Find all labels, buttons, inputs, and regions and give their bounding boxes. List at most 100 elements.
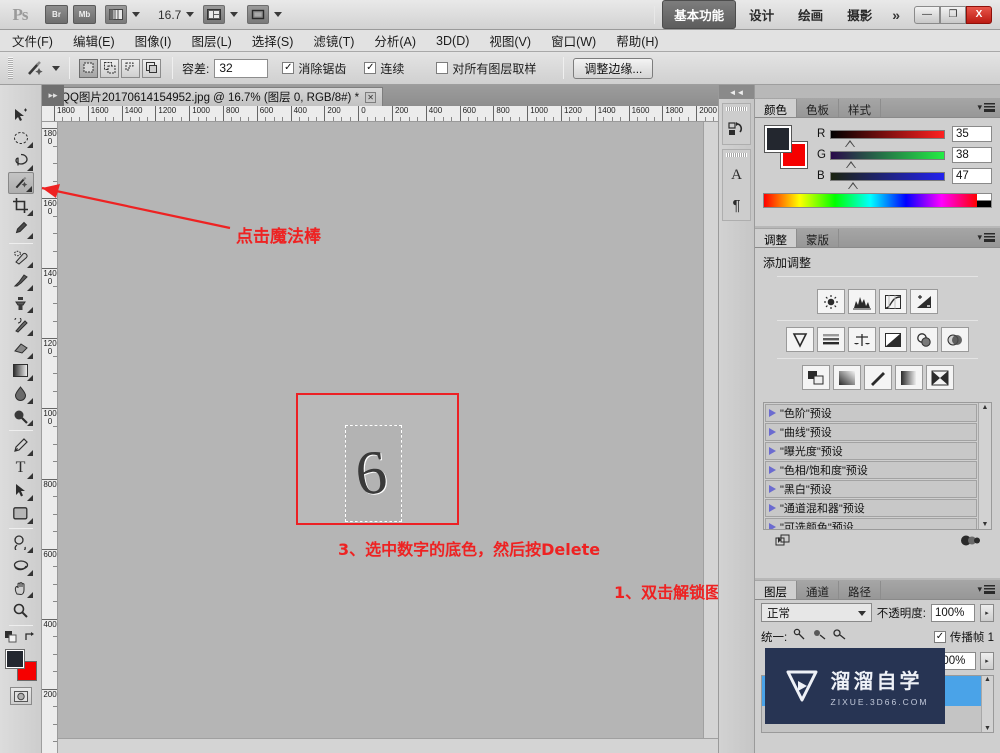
vibrance-icon[interactable] [786,327,814,352]
history-brush-tool[interactable] [8,314,34,337]
menu-window[interactable]: 窗口(W) [551,31,596,50]
history-icon[interactable] [723,114,750,144]
tab-adjustments[interactable]: 调整 [755,229,797,247]
color-panel-swatches[interactable] [763,125,809,169]
document-tab[interactable]: QQ图片20170614154952.jpg @ 16.7% (图层 0, RG… [54,87,384,106]
minimize-button[interactable]: — [914,5,940,24]
tab-layers[interactable]: 图层 [755,581,797,599]
pen-tool[interactable] [8,434,34,457]
tab-swatches[interactable]: 色板 [797,99,839,117]
slider-track-g[interactable] [830,150,945,168]
opacity-stepper[interactable]: ▸ [980,603,994,622]
tab-paths[interactable]: 路径 [839,581,881,599]
lasso-tool[interactable] [8,149,34,172]
hue-saturation-icon[interactable] [817,327,845,352]
color-spectrum-strip[interactable] [763,193,992,208]
healing-brush-tool[interactable] [8,247,34,270]
preset-item[interactable]: "曝光度"预设 [765,442,977,460]
blur-tool[interactable] [8,382,34,405]
channel-mixer-icon[interactable] [941,327,969,352]
shape-tool[interactable] [8,502,34,525]
slider-thumb-r[interactable] [844,139,855,147]
presets-scrollbar[interactable]: ▲ ▼ [978,403,991,529]
active-tool-magic-wand-icon[interactable] [21,56,47,80]
clone-stamp-tool[interactable] [8,292,34,315]
slider-track-r[interactable] [830,129,945,147]
document-image[interactable]: 6 [296,393,459,525]
menu-filter[interactable]: 滤镜(T) [313,31,354,50]
posterize-icon[interactable] [832,365,861,390]
type-dock-grip[interactable] [726,153,747,157]
mini-bridge-button[interactable]: Mb [73,5,96,24]
preset-item[interactable]: "可选颜色"预设 [765,518,977,529]
unify-position-icon[interactable] [792,628,807,646]
foreground-color-swatch[interactable] [4,649,25,670]
subtract-from-selection-button[interactable] [121,58,140,78]
contiguous-checkbox[interactable]: ✓ [364,62,377,74]
color-swatches[interactable] [4,649,37,682]
options-bar-grip[interactable] [8,57,13,79]
antialias-checkbox[interactable]: ✓ [282,62,295,74]
history-dock-grip[interactable] [726,107,747,111]
marquee-tool[interactable] [8,127,34,150]
spectrum-gradient[interactable] [764,194,977,207]
unify-style-icon[interactable] [832,628,847,646]
selective-color-icon[interactable] [925,365,954,390]
menu-select[interactable]: 选择(S) [252,31,294,50]
refine-edge-button[interactable]: 调整边缘... [573,57,654,79]
gradient-map-icon[interactable] [894,365,923,390]
tab-color[interactable]: 颜色 [755,99,797,117]
brightness-contrast-icon[interactable] [817,289,845,314]
menu-3d[interactable]: 3D(D) [436,34,469,48]
eraser-tool[interactable] [8,337,34,360]
workspace-tab-photography[interactable]: 摄影 [836,1,883,28]
orbit-3d-tool[interactable] [8,554,34,577]
layers-scroll-down-icon[interactable]: ▼ [984,725,991,732]
intersect-selection-button[interactable] [142,58,161,78]
antialias-checkbox-row[interactable]: ✓ 消除锯齿 [282,60,351,77]
layers-panel-menu-icon[interactable]: ▾ [977,584,995,595]
tolerance-input[interactable]: 32 [214,58,269,78]
menu-file[interactable]: 文件(F) [12,31,53,50]
preset-item[interactable]: "色阶"预设 [765,404,977,422]
return-to-adjustment-list-icon[interactable] [775,534,791,553]
view-extras-dropdown[interactable] [105,5,140,24]
slider-value-r[interactable]: 35 [952,126,992,142]
menu-analysis[interactable]: 分析(A) [374,31,416,50]
close-button[interactable]: X [966,5,992,24]
invert-icon[interactable] [801,365,830,390]
menu-image[interactable]: 图像(I) [135,31,172,50]
workspace-more-icon[interactable]: » [884,7,908,23]
color-panel-foreground-swatch[interactable] [764,125,792,153]
slider-thumb-b[interactable] [847,181,858,189]
tab-channels[interactable]: 通道 [797,581,839,599]
arrange-documents-dropdown[interactable] [247,5,283,24]
contiguous-checkbox-row[interactable]: ✓ 连续 [364,60,409,77]
curves-icon[interactable] [879,289,907,314]
brush-tool[interactable] [8,269,34,292]
dock-expand-icon[interactable]: ▸▸ [42,85,64,106]
color-balance-icon[interactable] [848,327,876,352]
layers-scroll-up-icon[interactable]: ▲ [984,676,991,683]
screen-mode-dropdown[interactable] [203,5,239,24]
preset-item[interactable]: "通道混和器"预设 [765,499,977,517]
presets-scroll-down-icon[interactable]: ▼ [982,521,989,528]
workspace-tab-essentials[interactable]: 基本功能 [662,0,737,29]
dodge-tool[interactable] [8,405,34,428]
quick-mask-button[interactable] [9,687,32,706]
preset-item[interactable]: "色相/饱和度"预设 [765,461,977,479]
blend-mode-select[interactable]: 正常 [761,603,872,622]
zoom-tool[interactable] [8,599,34,622]
canvas-vertical-scrollbar[interactable] [703,122,718,753]
menu-help[interactable]: 帮助(H) [616,31,658,50]
slider-value-g[interactable]: 38 [952,147,992,163]
zoom-level-value[interactable]: 16.7 [158,8,181,22]
propagate-frames-checkbox[interactable]: ✓ [933,631,946,643]
photo-filter-icon[interactable] [910,327,938,352]
workspace-tab-design[interactable]: 设计 [738,1,785,28]
opacity-input[interactable]: 100% [931,603,975,622]
slider-value-b[interactable]: 47 [952,168,992,184]
add-to-selection-button[interactable] [100,58,119,78]
black-white-icon[interactable] [879,327,907,352]
canvas-horizontal-scrollbar[interactable] [58,738,718,753]
